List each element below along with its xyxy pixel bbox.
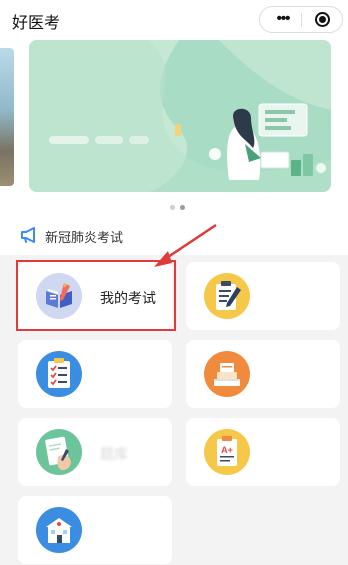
book-stack-icon: [204, 351, 250, 397]
exam-book-icon: [36, 273, 82, 319]
capsule-divider: [301, 13, 302, 27]
grid-item-5[interactable]: 题库: [18, 418, 172, 486]
grid-item-label: 题库: [100, 446, 128, 462]
grid-item-7[interactable]: [18, 496, 172, 564]
school-building-icon: [36, 507, 82, 553]
nav-bar: 好医考 •••: [0, 0, 348, 40]
svg-text:A+: A+: [221, 445, 233, 455]
notice-text: 新冠肺炎考试: [45, 230, 124, 245]
writing-hand-icon: [36, 429, 82, 475]
carousel-dot[interactable]: [170, 205, 175, 210]
banner-previous-slide[interactable]: [0, 48, 14, 186]
grade-report-icon: A+: [204, 429, 250, 475]
grid-item-label: 我的考试: [100, 290, 156, 306]
circle-target-icon[interactable]: [315, 12, 330, 27]
megaphone-icon: [21, 227, 35, 243]
clipboard-pen-icon: [204, 273, 250, 319]
banner-illustration: [29, 40, 331, 192]
grid-item-my-exams[interactable]: 我的考试: [18, 262, 172, 330]
grid-item-3[interactable]: [18, 340, 172, 408]
carousel-dot-active[interactable]: [180, 205, 185, 210]
grid-item-2[interactable]: [186, 262, 340, 330]
checklist-icon: [36, 351, 82, 397]
banner-carousel[interactable]: [29, 40, 331, 192]
more-dots-icon[interactable]: •••: [266, 8, 300, 30]
grid-item-4[interactable]: [186, 340, 340, 408]
mini-program-capsule: •••: [259, 6, 343, 33]
grid-item-6[interactable]: A+: [186, 418, 340, 486]
page-title: 好医考: [12, 15, 61, 32]
